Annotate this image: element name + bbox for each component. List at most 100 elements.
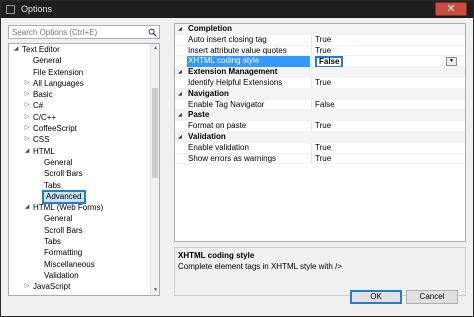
scroll-down-icon[interactable]: ▼ <box>151 286 159 295</box>
property-name: Auto insert closing tag <box>188 34 267 44</box>
tree-item[interactable]: ▷ All Languages <box>9 78 151 89</box>
tree-item[interactable]: Advanced <box>9 189 151 204</box>
tree-item[interactable]: Validation <box>9 270 151 281</box>
tree-item[interactable]: ◢ HTML (Web Forms) <box>9 202 151 213</box>
tree-item[interactable]: Scroll Bars <box>9 225 151 236</box>
property-name: Insert attribute value quotes <box>188 45 287 55</box>
tree-items: ◢ Text Editor General File Extension ▷ All La… <box>9 44 151 293</box>
cancel-button[interactable]: Cancel <box>406 290 458 304</box>
collapse-triangle-icon[interactable]: ◢ <box>178 67 182 78</box>
collapse-triangle-icon[interactable]: ◢ <box>178 24 182 35</box>
property-value[interactable]: False <box>315 100 335 111</box>
property-value[interactable]: True <box>315 35 331 46</box>
property-value[interactable]: True <box>315 143 331 154</box>
grid-category[interactable]: ◢ Validation <box>175 131 465 143</box>
tree-item[interactable]: Tabs <box>9 180 151 191</box>
tree-item[interactable]: ▷ C/C++ <box>9 112 151 123</box>
tree-item[interactable]: Scroll Bars <box>9 168 151 179</box>
options-tree[interactable]: ◢ Text Editor General File Extension ▷ All La… <box>8 43 160 296</box>
tree-item[interactable]: ▷ JavaScript <box>9 281 151 292</box>
window-icon <box>6 5 15 14</box>
tree-item[interactable]: Formatting <box>9 247 151 258</box>
grid-category[interactable]: ◢ Completion <box>175 24 465 35</box>
grid-property-row[interactable]: Insert attribute value quotes True <box>175 45 465 57</box>
title-bar[interactable]: Options ✕ <box>1 1 473 18</box>
expand-arrow-icon[interactable]: ▷ <box>23 134 31 145</box>
tree-item[interactable]: ◢ Text Editor <box>9 44 151 55</box>
collapse-arrow-icon[interactable]: ◢ <box>12 44 20 55</box>
grid-property-row[interactable]: XHTML coding style False ▼ <box>175 56 465 69</box>
search-icon[interactable] <box>148 28 157 37</box>
grid-category[interactable]: ◢ Extension Management <box>175 67 465 78</box>
tree-item-label: All Languages <box>33 78 84 88</box>
search-input[interactable] <box>9 26 145 38</box>
category-label: Extension Management <box>188 67 278 77</box>
expand-arrow-icon[interactable]: ▷ <box>23 100 31 111</box>
tree-item-label: General <box>44 157 73 167</box>
tree-item-label: CoffeeScript <box>33 124 77 134</box>
property-value[interactable]: True <box>315 78 331 89</box>
tree-item[interactable]: File Extension <box>9 67 151 78</box>
tree-item-label: Text Editor <box>22 45 60 54</box>
property-value[interactable]: True <box>315 154 331 165</box>
property-value[interactable]: True <box>315 46 331 57</box>
category-label: Paste <box>188 110 210 120</box>
tree-item-label: Advanced <box>42 189 86 204</box>
tree-item[interactable]: ▷ Basic <box>9 89 151 100</box>
grid-property-row[interactable]: Identify Helpful Extensions True <box>175 77 465 89</box>
tree-item-label: Tabs <box>44 237 61 247</box>
tree-item[interactable]: Miscellaneous <box>9 259 151 270</box>
property-name: Format on paste <box>188 121 247 131</box>
collapse-triangle-icon[interactable]: ◢ <box>178 110 182 121</box>
property-name: Enable Tag Navigator <box>188 99 265 109</box>
collapse-arrow-icon[interactable]: ◢ <box>23 146 31 157</box>
expand-arrow-icon[interactable]: ▷ <box>23 281 31 292</box>
grid-category[interactable]: ◢ Paste <box>175 110 465 122</box>
tree-item-label: Formatting <box>44 248 83 258</box>
tree-scrollbar[interactable]: ▲ ▼ <box>150 44 159 295</box>
collapse-arrow-icon[interactable]: ◢ <box>23 202 31 213</box>
tree-item[interactable]: ▷ CoffeeScript <box>9 123 151 134</box>
tree-item-label: File Extension <box>33 67 84 77</box>
tree-item[interactable]: ◢ HTML <box>9 146 151 157</box>
expand-arrow-icon[interactable]: ▷ <box>23 89 31 100</box>
grid-category[interactable]: ◢ Navigation <box>175 88 465 100</box>
expand-arrow-icon[interactable]: ▷ <box>23 112 31 123</box>
property-name: Enable validation <box>188 142 249 152</box>
tree-item-label: General <box>44 214 73 224</box>
property-value[interactable]: True <box>315 121 331 132</box>
tree-item[interactable]: General <box>9 157 151 168</box>
property-grid[interactable]: ◢ Completion Auto insert closing tag True In… <box>174 23 466 242</box>
scroll-thumb[interactable] <box>152 88 158 178</box>
tree-item-label: C# <box>33 101 44 111</box>
collapse-triangle-icon[interactable]: ◢ <box>178 89 182 100</box>
dropdown-arrow-icon[interactable]: ▼ <box>446 57 457 67</box>
close-button[interactable]: ✕ <box>435 2 467 16</box>
scroll-up-icon[interactable]: ▲ <box>151 44 159 53</box>
grid-property-row[interactable]: Enable Tag Navigator False <box>175 99 465 111</box>
expand-arrow-icon[interactable]: ▷ <box>23 123 31 134</box>
column-divider <box>311 142 312 153</box>
tree-item-label: Basic <box>33 90 53 100</box>
grid-property-row[interactable]: Format on paste True <box>175 121 465 132</box>
dialog-content: ◢Text EditorGeneralFile Extension▷All La… <box>1 18 473 316</box>
description-text: Complete element tags in XHTML style wit… <box>178 262 342 271</box>
window-title: Options <box>21 4 53 14</box>
collapse-triangle-icon[interactable]: ◢ <box>178 132 182 143</box>
tree-item-label: Scroll Bars <box>44 225 83 235</box>
tree-item-label: Scroll Bars <box>44 169 83 179</box>
tree-item-label: Tabs <box>44 180 61 190</box>
grid-property-row[interactable]: Enable validation True <box>175 142 465 154</box>
column-divider <box>311 45 312 56</box>
expand-arrow-icon[interactable]: ▷ <box>23 78 31 89</box>
property-name: Show errors as warnings <box>188 153 277 163</box>
tree-item[interactable]: Tabs <box>9 236 151 247</box>
grid-property-row[interactable]: Auto insert closing tag True <box>175 34 465 46</box>
search-box[interactable] <box>8 25 160 39</box>
tree-item[interactable]: General <box>9 55 151 66</box>
tree-item[interactable]: ▷ C# <box>9 100 151 111</box>
tree-item[interactable]: General <box>9 213 151 224</box>
ok-button[interactable]: OK <box>350 290 402 304</box>
tree-item[interactable]: ▷ CSS <box>9 134 151 145</box>
grid-property-row[interactable]: Show errors as warnings True <box>175 153 465 165</box>
